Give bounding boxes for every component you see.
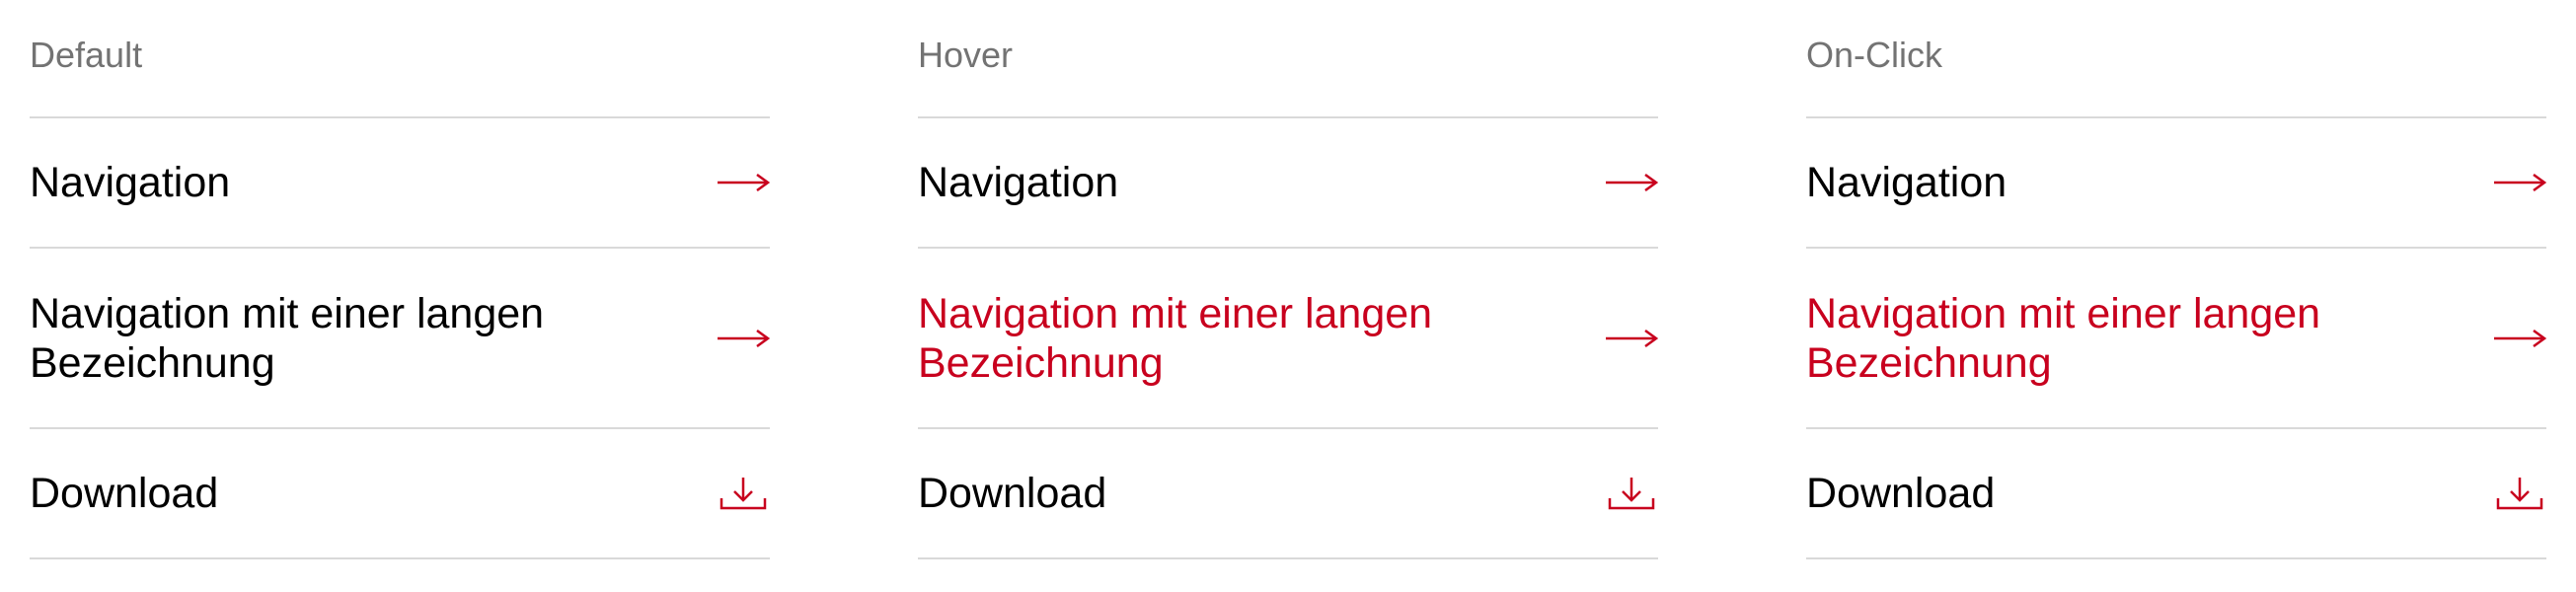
nav-link-label: Navigation mit einer langen Bezeichnung	[918, 289, 1433, 387]
download-link-row[interactable]: Download	[1806, 429, 2546, 559]
download-icon	[2493, 477, 2546, 510]
arrow-right-icon	[1605, 322, 1658, 355]
nav-link-label: Navigation mit einer langen Bezeichnung	[30, 289, 545, 387]
state-column-on-click: On-Click Navigation Navigation mit einer…	[1806, 0, 2546, 559]
nav-link-row-long[interactable]: Navigation mit einer langen Bezeichnung	[30, 249, 770, 429]
download-link-row[interactable]: Download	[30, 429, 770, 559]
arrow-right-icon	[717, 166, 770, 199]
nav-link-row-long-active[interactable]: Navigation mit einer langen Bezeichnung	[1806, 249, 2546, 429]
arrow-right-icon	[2493, 322, 2546, 355]
arrow-right-icon	[1605, 166, 1658, 199]
download-link-row[interactable]: Download	[918, 429, 1658, 559]
download-link-label: Download	[918, 470, 1107, 517]
nav-link-row[interactable]: Navigation	[30, 118, 770, 249]
nav-link-label: Navigation mit einer langen Bezeichnung	[1806, 289, 2321, 387]
column-heading: On-Click	[1806, 0, 2546, 118]
arrow-right-icon	[2493, 166, 2546, 199]
download-link-label: Download	[30, 470, 219, 517]
link-list-states: Default Navigation Navigation mit einer …	[30, 0, 2546, 559]
column-heading: Hover	[918, 0, 1658, 118]
column-heading: Default	[30, 0, 770, 118]
nav-link-label: Navigation	[1806, 159, 2008, 206]
nav-link-label: Navigation	[918, 159, 1119, 206]
download-link-label: Download	[1806, 470, 1996, 517]
nav-link-row[interactable]: Navigation	[1806, 118, 2546, 249]
arrow-right-icon	[717, 322, 770, 355]
state-column-default: Default Navigation Navigation mit einer …	[30, 0, 770, 559]
state-column-hover: Hover Navigation Navigation mit einer la…	[918, 0, 1658, 559]
download-icon	[1605, 477, 1658, 510]
nav-link-row-long-hover[interactable]: Navigation mit einer langen Bezeichnung	[918, 249, 1658, 429]
nav-link-label: Navigation	[30, 159, 231, 206]
nav-link-row[interactable]: Navigation	[918, 118, 1658, 249]
download-icon	[717, 477, 770, 510]
